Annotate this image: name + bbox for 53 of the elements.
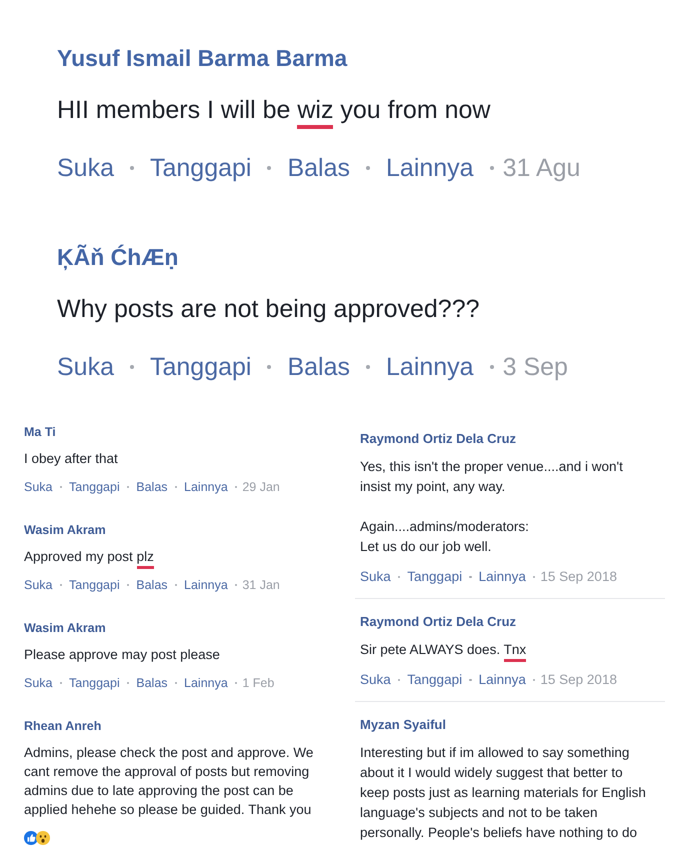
author-name[interactable]: Wasim Akram xyxy=(24,620,340,636)
action-link[interactable]: Tanggapi xyxy=(150,350,252,384)
comment-text: Admins, please check the post and approve. We cant remove the approval of posts but removing admins due to late approving the post can be applied hehehe so please be guided. Thank you xyxy=(24,744,314,818)
comment-time: 15 Sep 2018 xyxy=(540,568,617,586)
comment-text: Interesting but if im allowed to say something about it I would widely suggest that better to keep posts just as learning materials for English language's subjects and not to be taken personally. People's beliefs have nothing to do xyxy=(360,744,647,842)
action-link[interactable]: Tanggapi xyxy=(150,151,252,185)
action-link[interactable]: Suka xyxy=(24,478,52,496)
action-link[interactable]: Suka xyxy=(24,576,52,594)
author-name[interactable]: ĶÃň ĆhÆṇ xyxy=(57,242,681,272)
author-name[interactable]: Yusuf Ismail Barma Barma xyxy=(57,43,681,73)
action-link[interactable]: Lainnya xyxy=(184,576,228,594)
author-name[interactable]: Myzan Syaiful xyxy=(360,717,665,733)
action-link[interactable]: Suka xyxy=(57,151,114,185)
action-link[interactable]: Balas xyxy=(136,674,168,692)
comment-text: Approved my post plz xyxy=(24,546,340,566)
author-name[interactable]: Raymond Ortiz Dela Cruz xyxy=(360,614,665,630)
action-link[interactable]: Balas xyxy=(287,350,350,384)
action-link[interactable]: Suka xyxy=(24,674,52,692)
action-link[interactable]: Suka xyxy=(360,671,391,689)
comment-text: I obey after that xyxy=(24,450,119,468)
action-link[interactable]: Lainnya xyxy=(386,350,474,384)
author-name[interactable]: Ma Ti xyxy=(24,424,340,440)
action-link[interactable]: Balas xyxy=(287,151,350,185)
comment-text: Yes, this isn't the proper venue....and i won't insist my point, any way. Again....admins/moderators: Let us do our job well. xyxy=(360,458,624,556)
comment-text: Please approve may post please xyxy=(24,646,221,664)
author-name[interactable]: Rhean Anreh xyxy=(24,718,340,734)
comment-text: Sir pete ALWAYS does. Tnx xyxy=(360,640,665,660)
action-link[interactable]: Tanggapi xyxy=(69,576,120,594)
action-link[interactable]: Tanggapi xyxy=(69,478,120,496)
comment-time: 31 Agu xyxy=(502,153,580,184)
action-link[interactable]: Lainnya xyxy=(478,568,526,586)
action-link[interactable]: Lainnya xyxy=(478,671,526,689)
action-link[interactable]: Suka xyxy=(57,350,114,384)
comment-time: 29 Jan xyxy=(242,479,280,496)
action-link[interactable]: Lainnya xyxy=(386,151,474,185)
action-link[interactable]: Balas xyxy=(136,478,168,496)
author-name[interactable]: Raymond Ortiz Dela Cruz xyxy=(360,431,665,447)
action-link[interactable]: Suka xyxy=(360,568,391,586)
action-link[interactable]: Tanggapi xyxy=(407,568,462,586)
comment-time: 31 Jan xyxy=(242,577,280,594)
comment-time: 1 Feb xyxy=(242,675,274,692)
action-link[interactable]: Tanggapi xyxy=(407,671,462,689)
action-link[interactable]: Lainnya xyxy=(184,674,228,692)
face-emoji-icon xyxy=(36,830,50,844)
comment-text: Why posts are not being approved??? xyxy=(57,294,480,325)
comment-text: HII members I will be wiz you from now xyxy=(57,93,681,127)
action-link[interactable]: Lainnya xyxy=(184,478,228,496)
action-link[interactable]: Balas xyxy=(136,576,168,594)
action-link[interactable]: Tanggapi xyxy=(69,674,120,692)
author-name[interactable]: Wasim Akram xyxy=(24,522,340,538)
comment-time: 15 Sep 2018 xyxy=(540,671,617,689)
comment-time: 3 Sep xyxy=(502,352,568,383)
thumbs-up-icon xyxy=(24,830,38,844)
